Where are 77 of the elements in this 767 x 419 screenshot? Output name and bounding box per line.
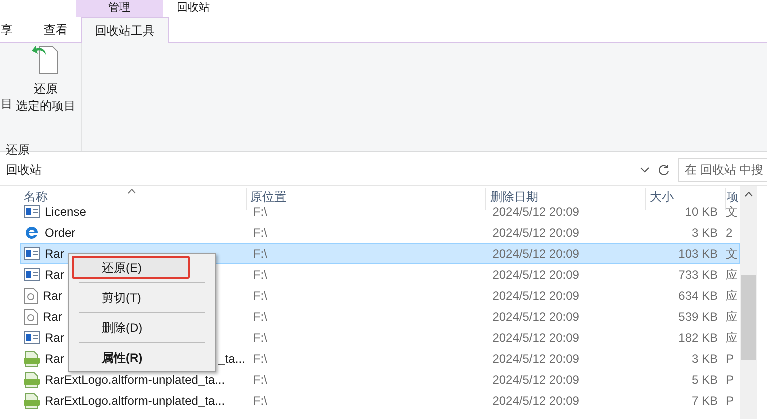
size-cell-text: 5 KB bbox=[691, 372, 718, 388]
date-cell-text: 2024/5/12 20:09 bbox=[492, 288, 580, 304]
type-cell-text: P bbox=[726, 350, 736, 368]
type-cell-text: 应 bbox=[726, 266, 740, 284]
file-name: Rar bbox=[43, 288, 62, 304]
location-cell-text: F:\ bbox=[252, 246, 268, 262]
image-file-icon bbox=[24, 392, 40, 408]
size-cell-text: 103 KB bbox=[678, 246, 718, 262]
location-cell-text: F:\ bbox=[252, 224, 268, 242]
address-field[interactable]: 回收站 bbox=[0, 158, 652, 182]
type-cell-text: 应 bbox=[726, 288, 740, 304]
type-cell-text: 应 bbox=[726, 308, 740, 326]
date-cell-text: 2024/5/12 20:09 bbox=[492, 224, 580, 242]
location-cell-text: F:\ bbox=[252, 330, 268, 346]
image-file-icon bbox=[24, 372, 40, 388]
window-icon bbox=[24, 331, 40, 344]
size-cell-text: 3 KB bbox=[691, 224, 718, 242]
window-icon bbox=[24, 205, 40, 218]
file-name: RarExtLogo.altform-unplated_ta... bbox=[45, 392, 226, 410]
date-cell-text: 2024/5/12 20:09 bbox=[492, 372, 580, 388]
date-cell-text: 2024/5/12 20:09 bbox=[492, 308, 580, 326]
sort-caret-icon[interactable] bbox=[128, 189, 136, 194]
location-cell-text: F:\ bbox=[252, 350, 268, 368]
menu-item[interactable]: 还原(E) bbox=[72, 256, 190, 279]
type-cell-text: 应 bbox=[726, 330, 740, 346]
file-name: Order bbox=[45, 224, 76, 242]
date-cell-text: 2024/5/12 20:09 bbox=[492, 392, 580, 410]
date-cell-text: 2024/5/12 20:09 bbox=[492, 246, 580, 262]
file-name: _ta... bbox=[218, 350, 246, 368]
window-title: 回收站 bbox=[177, 2, 210, 15]
dropdown-icon[interactable] bbox=[640, 164, 650, 174]
search-field[interactable]: 在 回收站 中搜 bbox=[678, 158, 767, 182]
ribbon-tab[interactable]: 回收站工具 bbox=[81, 17, 169, 43]
location-cell-text: F:\ bbox=[252, 266, 268, 284]
location-cell-text: F:\ bbox=[252, 392, 268, 410]
refresh-icon[interactable] bbox=[658, 164, 670, 176]
ribbon-tab[interactable]: 查看 bbox=[31, 17, 81, 42]
ribbon-label: 目 bbox=[1, 96, 13, 113]
restore-button[interactable]: 还原 选定的项目 bbox=[16, 43, 76, 115]
window-icon bbox=[24, 247, 40, 260]
menu-item[interactable]: 属性(R) bbox=[72, 346, 190, 369]
scroll-up-icon[interactable] bbox=[744, 192, 752, 197]
file-name: Rar bbox=[43, 308, 62, 326]
scroll-thumb[interactable] bbox=[741, 275, 756, 360]
type-cell-text: 2 bbox=[726, 224, 734, 242]
context-tab-header: 管理 bbox=[76, 0, 163, 17]
image-file-icon bbox=[24, 350, 40, 366]
type-cell-text: P bbox=[726, 392, 736, 410]
size-cell-text: 733 KB bbox=[678, 266, 718, 284]
type-cell-text: 文 bbox=[726, 246, 740, 262]
scrollbar[interactable] bbox=[740, 186, 757, 419]
type-cell-text: P bbox=[726, 372, 736, 388]
size-cell-text: 539 KB bbox=[678, 308, 718, 326]
size-cell-text: 7 KB bbox=[691, 392, 718, 410]
type-cell-text: 文 bbox=[726, 204, 740, 220]
menu-item[interactable]: 删除(D) bbox=[72, 316, 190, 339]
ribbon-tab[interactable]: 享 bbox=[0, 17, 31, 42]
document-icon bbox=[24, 288, 38, 304]
browser-icon bbox=[24, 224, 40, 240]
file-name: Rar bbox=[45, 350, 64, 368]
date-cell-text: 2024/5/12 20:09 bbox=[492, 350, 580, 368]
menu-item[interactable]: 剪切(T) bbox=[72, 286, 190, 309]
date-cell-text: 2024/5/12 20:09 bbox=[492, 266, 580, 284]
file-name: Rar bbox=[45, 246, 64, 262]
file-name: Rar bbox=[45, 330, 64, 346]
file-name: Rar bbox=[45, 266, 64, 284]
size-cell-text: 634 KB bbox=[678, 288, 718, 304]
size-cell-text: 3 KB bbox=[691, 350, 718, 368]
location-cell-text: F:\ bbox=[252, 372, 268, 388]
window-icon bbox=[24, 268, 40, 281]
date-cell-text: 2024/5/12 20:09 bbox=[492, 330, 580, 346]
document-icon bbox=[24, 308, 38, 324]
location-cell-text: F:\ bbox=[252, 308, 268, 326]
size-cell-text: 182 KB bbox=[678, 330, 718, 346]
location-cell-text: F:\ bbox=[252, 288, 268, 304]
file-name: RarExtLogo.altform-unplated_ta... bbox=[45, 372, 226, 388]
group-label: 还原 bbox=[5, 142, 31, 159]
